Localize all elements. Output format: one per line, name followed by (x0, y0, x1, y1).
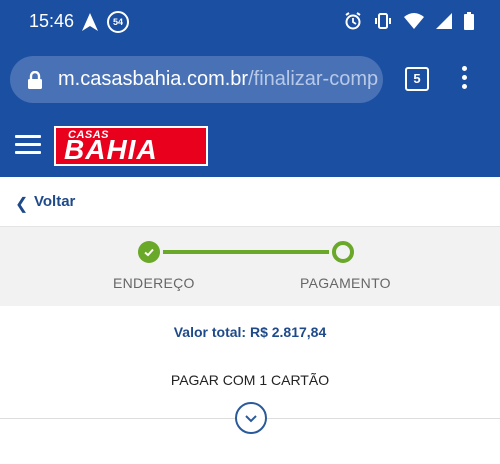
lock-icon (28, 70, 42, 89)
order-total: Valor total: R$ 2.817,84 (173, 324, 327, 340)
wifi-icon (404, 13, 424, 29)
step-label-endereco: ENDEREÇO (113, 275, 195, 291)
address-bar[interactable]: m.casasbahia.com.br/finalizar-comp (10, 56, 383, 103)
alarm-icon (345, 12, 361, 30)
tab-switcher-button[interactable]: 5 (405, 67, 429, 91)
menu-dot-icon (462, 66, 467, 71)
hamburger-menu-icon[interactable] (15, 135, 41, 155)
casas-bahia-logo[interactable]: CASAS BAHIA (54, 126, 208, 166)
vibrate-icon (375, 13, 391, 29)
status-icons (344, 12, 474, 30)
expand-button[interactable] (235, 402, 267, 434)
cellular-signal-icon (436, 13, 452, 29)
chevron-down-icon (245, 415, 257, 423)
back-bar: ❮ Voltar (0, 177, 500, 227)
checkout-stepper (0, 227, 500, 306)
step-current-indicator (332, 241, 354, 263)
logo-big-text: BAHIA (64, 134, 158, 165)
browser-chrome: 15:46 54 m.casasbahia.com.br/finalizar-c… (0, 0, 500, 113)
menu-dot-icon (462, 84, 467, 89)
site-header: CASAS BAHIA (0, 113, 500, 177)
menu-dot-icon (462, 75, 467, 80)
battery-icon (464, 12, 474, 30)
stepper-progress-line (163, 250, 329, 254)
navigation-arrow-icon (82, 13, 98, 31)
back-link[interactable]: Voltar (34, 193, 75, 210)
step-label-pagamento: PAGAMENTO (300, 275, 391, 291)
url-domain: m.casasbahia.com.br (58, 68, 249, 90)
status-bar: 15:46 54 (0, 0, 500, 44)
check-icon (144, 248, 154, 257)
browser-menu-button[interactable] (462, 66, 468, 90)
notification-count-badge: 54 (107, 11, 129, 33)
address-url[interactable]: m.casasbahia.com.br/finalizar-comp (58, 68, 378, 91)
step-done-indicator (138, 241, 160, 263)
url-path: /finalizar-comp (248, 68, 378, 90)
chevron-left-icon[interactable]: ❮ (15, 194, 28, 214)
payment-option-title: PAGAR COM 1 CARTÃO (170, 372, 330, 388)
status-time: 15:46 (29, 11, 75, 31)
